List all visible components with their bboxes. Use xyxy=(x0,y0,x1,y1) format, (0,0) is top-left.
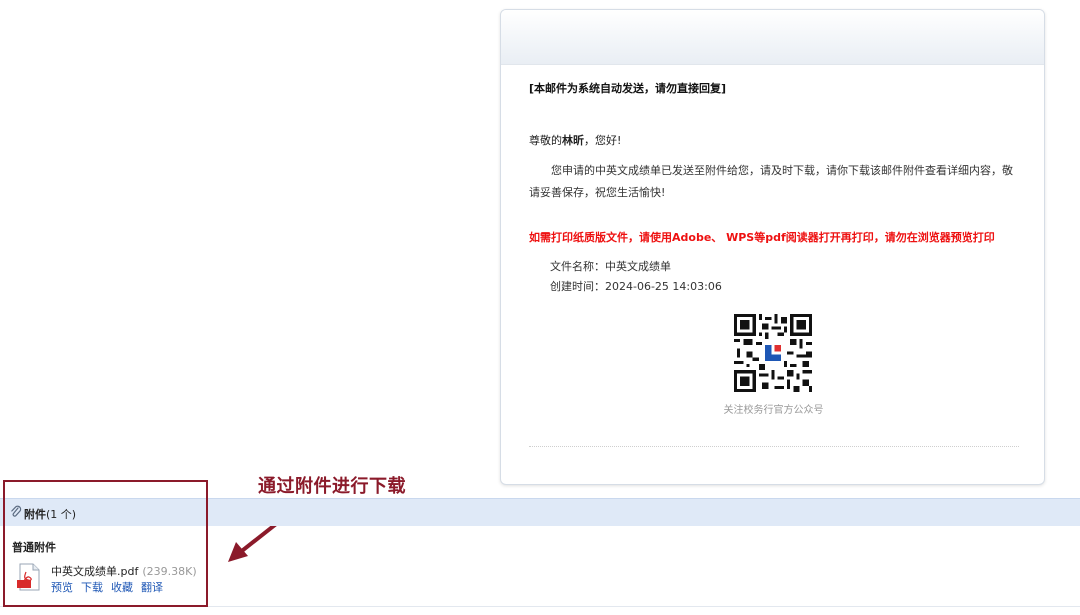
file-actions: 预览 下载 收藏 翻译 xyxy=(51,579,171,595)
pdf-file-icon[interactable] xyxy=(16,563,42,591)
attachment-title: 附件(1 个) xyxy=(24,506,76,522)
email-card: [本邮件为系统自动发送，请勿直接回复] 尊敬的林昕，您好! 您申请的中英文成绩单… xyxy=(500,9,1045,485)
divider xyxy=(529,446,1019,447)
attachment-label: 附件 xyxy=(24,508,46,521)
translate-link[interactable]: 翻译 xyxy=(141,581,163,594)
file-name-line: 文件名称：中英文成绩单 xyxy=(550,260,671,273)
paperclip-icon xyxy=(11,505,22,517)
annotation-text: 通过附件进行下载 xyxy=(258,476,406,497)
qr-caption: 关注校务行官方公众号 xyxy=(723,405,824,416)
favorite-link[interactable]: 收藏 xyxy=(111,581,133,594)
greeting: 尊敬的林昕，您好! xyxy=(529,132,621,148)
download-link[interactable]: 下载 xyxy=(81,581,103,594)
auto-send-note: [本邮件为系统自动发送，请勿直接回复] xyxy=(529,82,727,95)
file-name[interactable]: 中英文成绩单.pdf xyxy=(51,565,138,578)
qr-code xyxy=(734,314,812,392)
recipient-name: 林昕 xyxy=(562,134,584,147)
email-card-header xyxy=(501,10,1044,65)
attachment-file[interactable]: 中英文成绩单.pdf (239.38K) xyxy=(51,563,197,579)
bottom-divider xyxy=(0,606,1080,607)
normal-attachments-label: 普通附件 xyxy=(12,541,56,554)
attachment-count: (1 个) xyxy=(46,508,77,521)
file-size: (239.38K) xyxy=(142,565,197,578)
preview-link[interactable]: 预览 xyxy=(51,581,73,594)
greeting-suffix: ，您好! xyxy=(584,134,622,147)
print-warning: 如需打印纸质版文件，请使用Adobe、 WPS等pdf阅读器打开再打印，请勿在浏… xyxy=(529,231,995,244)
greeting-prefix: 尊敬的 xyxy=(529,134,562,147)
attachment-bar: 附件(1 个) xyxy=(0,498,1080,526)
created-time-line: 创建时间：2024-06-25 14:03:06 xyxy=(550,280,722,293)
email-body: 您申请的中英文成绩单已发送至附件给您，请及时下载，请你下载该邮件附件查看详细内容… xyxy=(529,164,1013,199)
